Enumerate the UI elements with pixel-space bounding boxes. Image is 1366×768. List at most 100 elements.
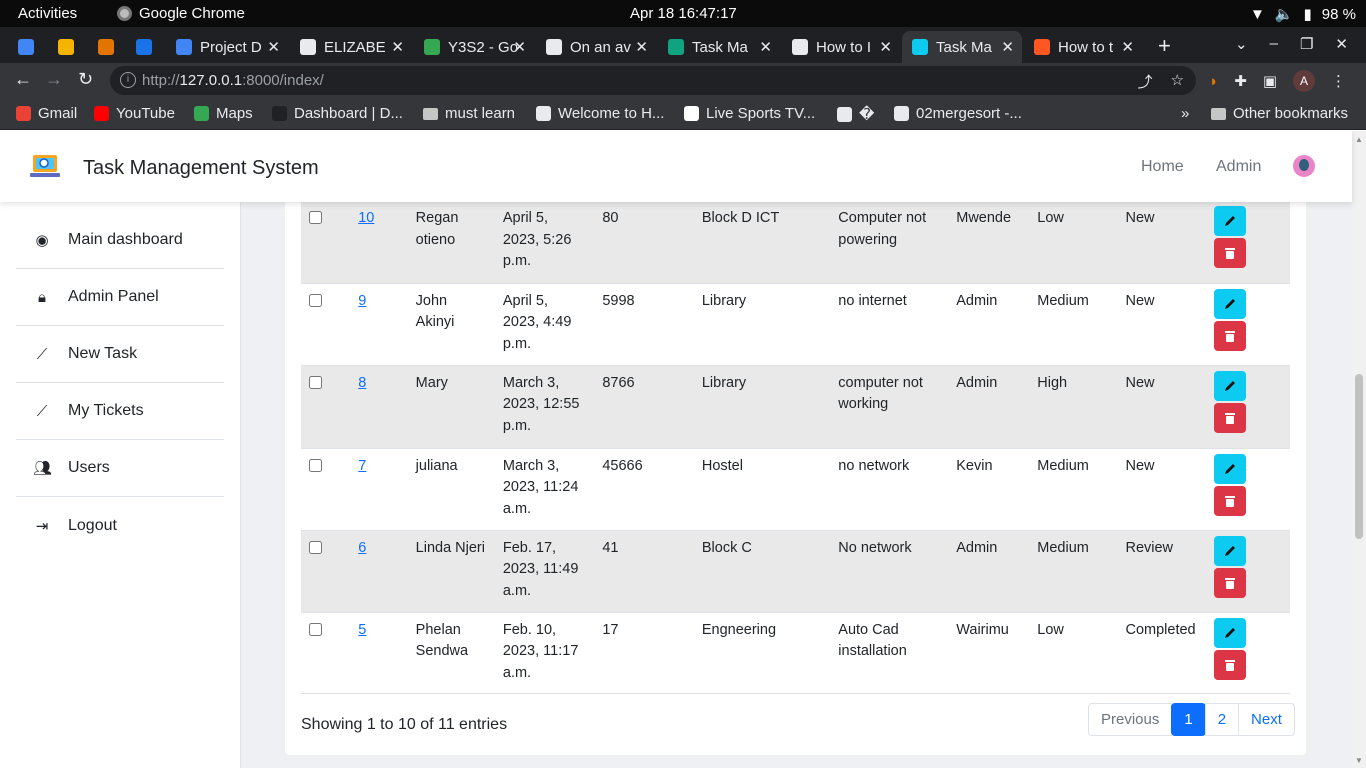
- sidebar-item-logout[interactable]: ⇥ Logout: [16, 497, 224, 554]
- puzzle-icon[interactable]: ✚: [1234, 72, 1247, 90]
- page-1-button[interactable]: 1: [1171, 703, 1206, 736]
- share-icon[interactable]: ⤴: [1138, 71, 1153, 92]
- tab-close-icon[interactable]: ✕: [1121, 38, 1134, 56]
- sidebar-item-main-dashboard[interactable]: ◉ Main dashboard: [16, 212, 224, 269]
- tab-close-icon[interactable]: ✕: [391, 38, 404, 56]
- tab-close-icon[interactable]: ✕: [267, 38, 280, 56]
- app-brand[interactable]: Task Management System: [83, 157, 319, 180]
- edit-button[interactable]: [1213, 370, 1246, 401]
- activities-button[interactable]: Activities: [18, 5, 77, 22]
- edit-button[interactable]: [1213, 617, 1246, 648]
- browser-tab[interactable]: On an av ✕: [536, 31, 656, 63]
- clock[interactable]: Apr 18 16:47:17: [630, 5, 737, 22]
- browser-tab[interactable]: [48, 31, 84, 63]
- browser-tab[interactable]: Y3S2 - Go ✕: [414, 31, 534, 63]
- row-checkbox[interactable]: [309, 458, 322, 472]
- extension-icon[interactable]: ◗: [1209, 73, 1218, 90]
- delete-button[interactable]: [1213, 320, 1246, 351]
- new-tab-button[interactable]: +: [1158, 33, 1171, 59]
- tab-close-icon[interactable]: ✕: [759, 38, 772, 56]
- sidebar-item-my-tickets[interactable]: ⟋ My Tickets: [16, 383, 224, 440]
- profile-avatar[interactable]: A: [1293, 70, 1315, 92]
- pencil-icon: [1224, 380, 1235, 391]
- other-bookmarks[interactable]: Other bookmarks: [1211, 105, 1348, 122]
- tab-close-icon[interactable]: ✕: [635, 38, 648, 56]
- row-checkbox[interactable]: [309, 375, 322, 389]
- bookmark-item[interactable]: Gmail: [16, 105, 77, 122]
- row-checkbox[interactable]: [309, 211, 322, 224]
- scrollbar-thumb[interactable]: [1355, 374, 1363, 539]
- user-avatar[interactable]: [1293, 155, 1315, 177]
- tab-search-icon[interactable]: ⌄: [1235, 35, 1248, 53]
- url-text[interactable]: http://127.0.0.1:8000/index/: [142, 72, 324, 89]
- tab-favicon-icon: [668, 39, 684, 55]
- ticket-id-link[interactable]: 5: [358, 622, 366, 638]
- tab-close-icon[interactable]: ✕: [879, 38, 892, 56]
- delete-button[interactable]: [1213, 402, 1246, 433]
- bookmarks-overflow-button[interactable]: »: [1181, 105, 1189, 122]
- back-icon[interactable]: ←: [14, 69, 32, 90]
- browser-tab[interactable]: Project D ✕: [166, 31, 288, 63]
- ticket-id-link[interactable]: 8: [358, 375, 366, 391]
- bookmark-item[interactable]: Dashboard | D...: [272, 105, 403, 122]
- app-menu[interactable]: Google Chrome: [117, 5, 245, 22]
- bookmark-item[interactable]: �: [837, 105, 874, 123]
- ticket-id-link[interactable]: 10: [358, 210, 374, 226]
- sidebar-item-users[interactable]: 👥︎ Users: [16, 440, 224, 497]
- close-window-icon[interactable]: ✕: [1335, 35, 1348, 53]
- tab-close-icon[interactable]: ✕: [1001, 38, 1014, 56]
- bookmark-item[interactable]: Maps: [194, 105, 253, 122]
- system-tray[interactable]: ▼ 🔈 ▮ 98 %: [1250, 5, 1356, 24]
- bookmark-star-icon[interactable]: ☆: [1171, 71, 1184, 92]
- cell-name: Regan otieno: [415, 210, 459, 248]
- bookmark-item[interactable]: Live Sports TV...: [684, 105, 815, 122]
- bookmark-item[interactable]: Welcome to H...: [536, 105, 664, 122]
- browser-tab[interactable]: [8, 31, 44, 63]
- delete-button[interactable]: [1213, 238, 1246, 268]
- ticket-id-link[interactable]: 9: [358, 293, 366, 309]
- tab-close-icon[interactable]: ✕: [513, 38, 526, 56]
- browser-tab[interactable]: [88, 31, 124, 63]
- browser-tab[interactable]: Task Ma ✕: [658, 31, 780, 63]
- page-2-button[interactable]: 2: [1204, 703, 1240, 736]
- scroll-up-icon[interactable]: ▲: [1355, 135, 1363, 144]
- row-checkbox[interactable]: [309, 540, 322, 554]
- next-page-button[interactable]: Next: [1238, 703, 1295, 736]
- ticket-id-link[interactable]: 6: [358, 540, 366, 556]
- edit-button[interactable]: [1213, 206, 1246, 236]
- row-checkbox[interactable]: [309, 293, 322, 307]
- reload-icon[interactable]: ↻: [78, 69, 93, 90]
- edit-button[interactable]: [1213, 535, 1246, 566]
- bookmark-item[interactable]: must learn: [423, 105, 515, 122]
- address-bar[interactable]: i http://127.0.0.1:8000/index/ ⤴ ☆: [110, 66, 1196, 95]
- forward-icon[interactable]: →: [45, 69, 63, 90]
- tab-title: ELIZABE: [324, 38, 386, 56]
- previous-page-button[interactable]: Previous: [1088, 703, 1173, 736]
- delete-button[interactable]: [1213, 485, 1246, 516]
- cell-priority: Low: [1037, 621, 1064, 638]
- browser-tab[interactable]: [126, 31, 162, 63]
- nav-home-link[interactable]: Home: [1141, 158, 1184, 176]
- delete-button[interactable]: [1213, 567, 1246, 598]
- side-panel-icon[interactable]: ▣: [1263, 72, 1277, 90]
- sidebar-item-new-task[interactable]: ⟋ New Task: [16, 326, 224, 383]
- row-checkbox[interactable]: [309, 622, 322, 636]
- browser-tab[interactable]: How to t ✕: [1024, 31, 1142, 63]
- page-scrollbar[interactable]: ▲ ▼: [1352, 131, 1366, 768]
- scroll-down-icon[interactable]: ▼: [1355, 756, 1363, 765]
- site-info-icon[interactable]: i: [120, 72, 136, 88]
- nav-admin-link[interactable]: Admin: [1216, 158, 1261, 176]
- minimize-icon[interactable]: –: [1270, 35, 1278, 53]
- edit-button[interactable]: [1213, 288, 1246, 319]
- browser-tab[interactable]: How to I ✕: [782, 31, 900, 63]
- menu-icon[interactable]: ⋮: [1331, 72, 1346, 90]
- bookmark-item[interactable]: YouTube: [94, 105, 175, 122]
- browser-tab[interactable]: ELIZABE ✕: [290, 31, 412, 63]
- delete-button[interactable]: [1213, 649, 1246, 680]
- sidebar-item-admin-panel[interactable]: 🔒︎ Admin Panel: [16, 269, 224, 326]
- browser-tab[interactable]: Task Ma ✕: [902, 31, 1022, 63]
- ticket-id-link[interactable]: 7: [358, 458, 366, 474]
- bookmark-item[interactable]: 02mergesort -...: [894, 105, 1022, 122]
- edit-button[interactable]: [1213, 453, 1246, 484]
- maximize-icon[interactable]: ❐: [1300, 35, 1313, 53]
